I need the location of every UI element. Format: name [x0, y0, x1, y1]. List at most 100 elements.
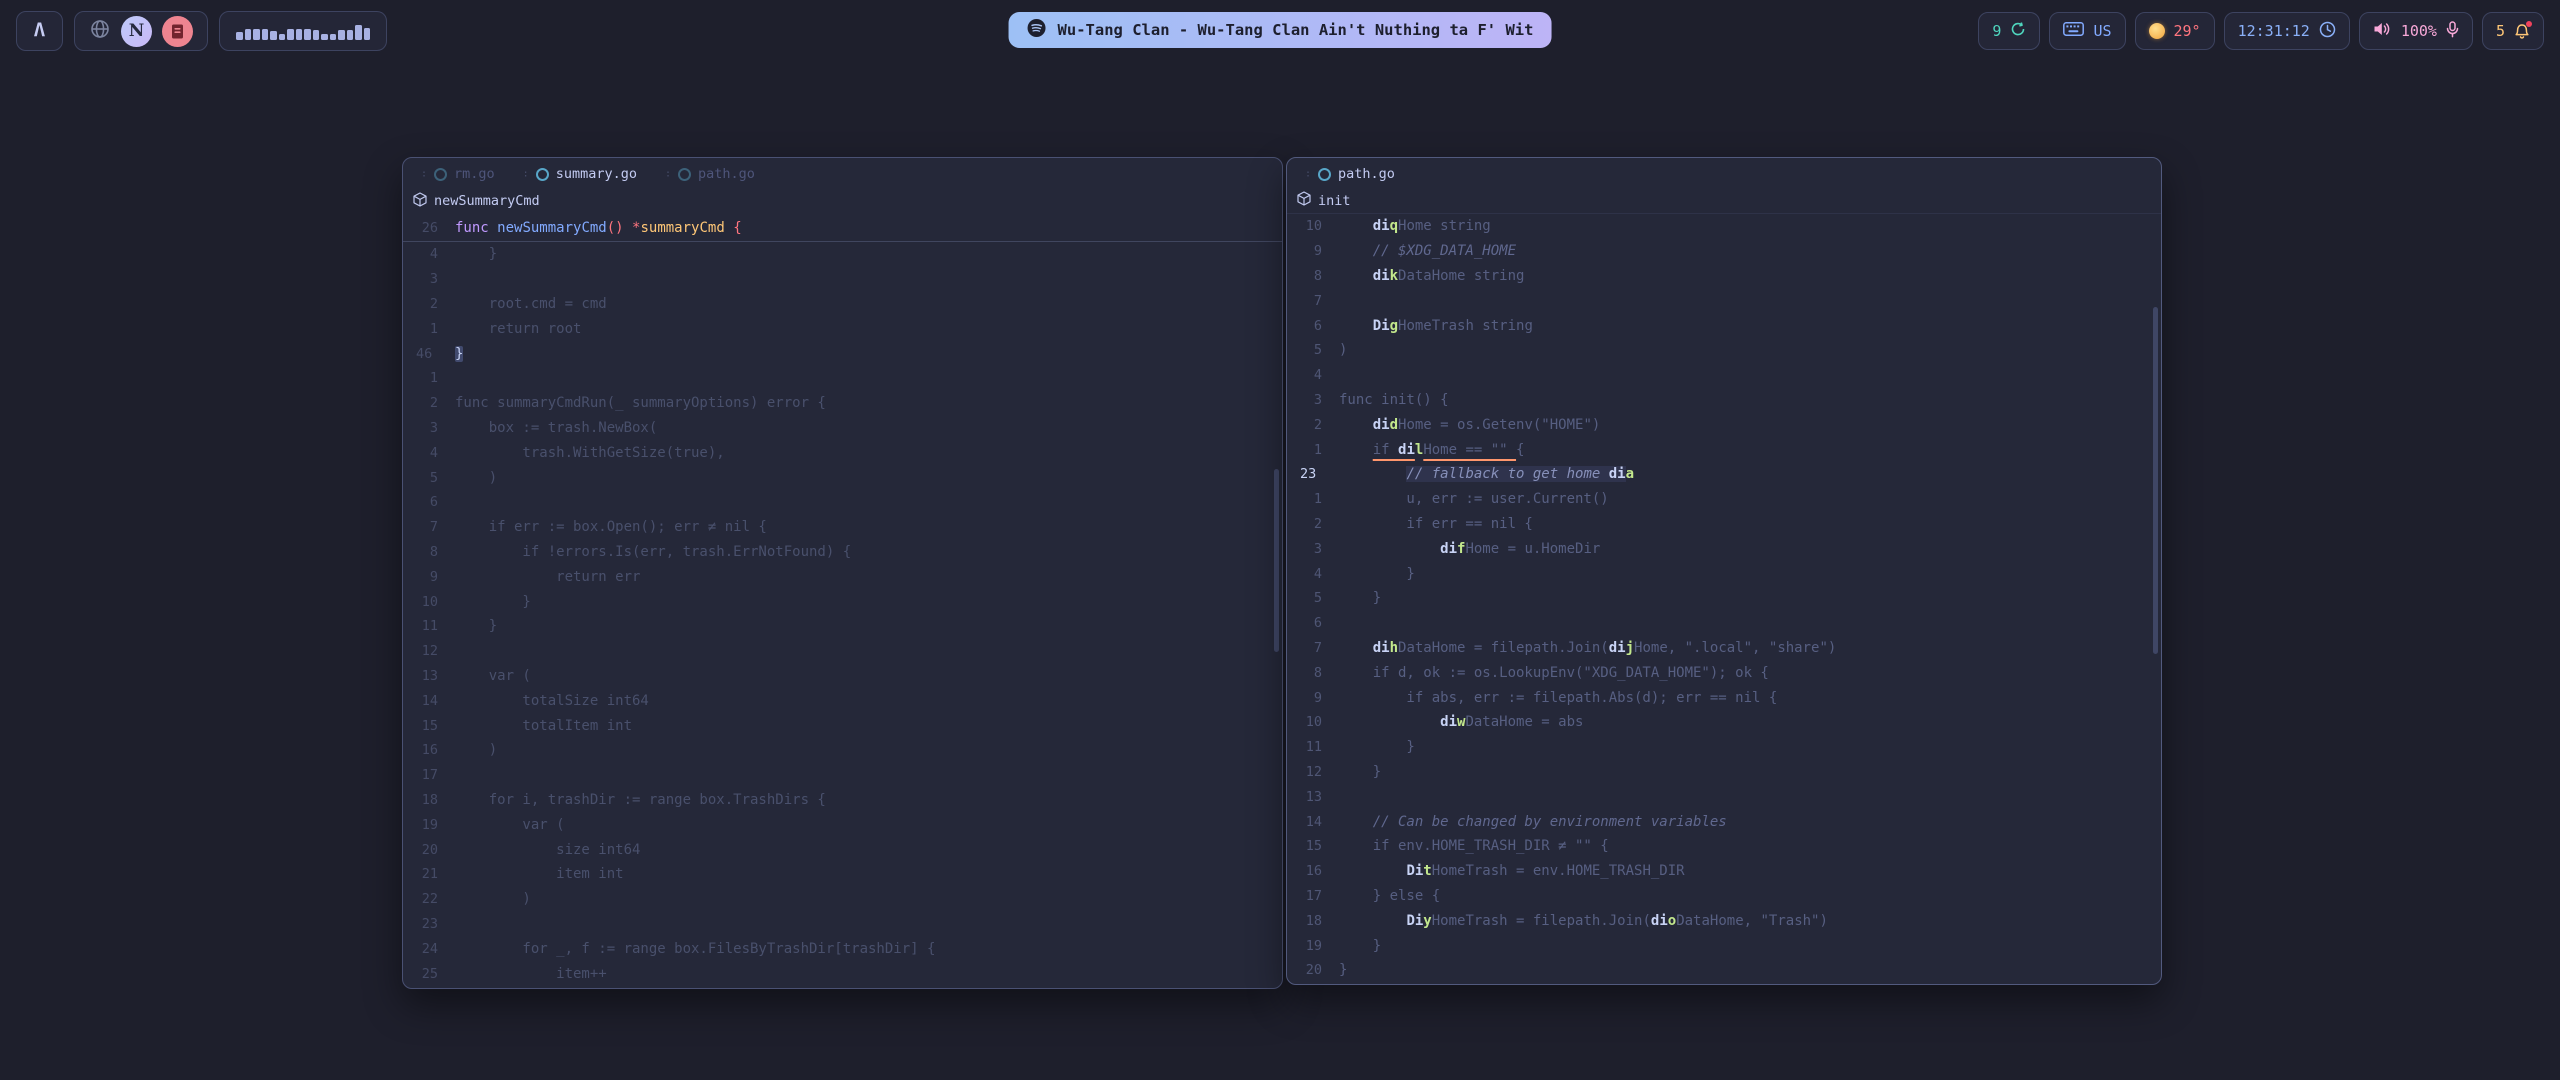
- code-line[interactable]: 6: [1287, 611, 2161, 636]
- visualizer-bar: [313, 30, 320, 40]
- workspace-file-icon[interactable]: [162, 16, 193, 47]
- tab-label: rm.go: [454, 166, 495, 182]
- code-line[interactable]: 3: [403, 267, 1282, 292]
- code-line[interactable]: 2 if err == nil {: [1287, 512, 2161, 537]
- code-line-text: ): [455, 470, 497, 486]
- code-line[interactable]: 12: [403, 639, 1282, 664]
- code-line[interactable]: 19 }: [1287, 933, 2161, 958]
- code-line[interactable]: 8 if d, ok := os.LookupEnv("XDG_DATA_HOM…: [1287, 660, 2161, 685]
- code-line[interactable]: 46}: [403, 341, 1282, 366]
- updates-count: 9: [1992, 22, 2001, 40]
- tab-path.go[interactable]: ∶path.go: [653, 160, 767, 188]
- code-line[interactable]: 16 ): [403, 738, 1282, 763]
- code-line[interactable]: 20 size int64: [403, 837, 1282, 862]
- line-number: 11: [403, 618, 455, 634]
- code-line[interactable]: 9 if abs, err := filepath.Abs(d); err ==…: [1287, 685, 2161, 710]
- code-line-text: DiyHomeTrash = filepath.Join(dioDataHome…: [1339, 913, 1828, 929]
- editor-pane-left[interactable]: ∶rm.go∶summary.go∶path.go newSummaryCmd …: [402, 157, 1283, 989]
- code-line[interactable]: 14 totalSize int64: [403, 688, 1282, 713]
- code-line[interactable]: 11 }: [403, 614, 1282, 639]
- code-line[interactable]: 15 totalItem int: [403, 713, 1282, 738]
- code-token: if: [1373, 442, 1398, 458]
- audio-pill[interactable]: 100%: [2359, 12, 2473, 50]
- bell-icon: [2514, 23, 2530, 40]
- updates-pill[interactable]: 9: [1978, 12, 2040, 50]
- code-line[interactable]: 3 box := trash.NewBox(: [403, 416, 1282, 441]
- app-launcher-button[interactable]: Λ: [16, 11, 63, 51]
- code-line[interactable]: 21 item int: [403, 862, 1282, 887]
- code-line[interactable]: 10 diqHome string: [1287, 214, 2161, 239]
- code-line[interactable]: 5 ): [403, 465, 1282, 490]
- workspace-globe-icon[interactable]: [89, 18, 111, 44]
- workspace-n-icon[interactable]: N: [121, 16, 152, 47]
- code-line[interactable]: 17: [403, 763, 1282, 788]
- code-line[interactable]: 4: [1287, 363, 2161, 388]
- code-line[interactable]: 7: [1287, 288, 2161, 313]
- code-area-left[interactable]: 4 }32 root.cmd = cmd1 return root46}12fu…: [403, 242, 1282, 986]
- scrollbar-left[interactable]: [1274, 469, 1279, 652]
- code-line[interactable]: 10 }: [403, 589, 1282, 614]
- code-line[interactable]: 3 difHome = u.HomeDir: [1287, 536, 2161, 561]
- code-line[interactable]: 5 }: [1287, 586, 2161, 611]
- code-line[interactable]: 4 }: [403, 242, 1282, 267]
- code-line[interactable]: 8 dikDataHome string: [1287, 264, 2161, 289]
- code-token: root.cmd = cmd: [455, 296, 607, 312]
- go-icon: [1318, 168, 1331, 181]
- code-line[interactable]: 15 if env.HOME_TRASH_DIR ≠ "" {: [1287, 834, 2161, 859]
- scrollbar-right[interactable]: [2153, 307, 2158, 654]
- code-line[interactable]: 23: [403, 912, 1282, 937]
- editor-pane-right[interactable]: ∶path.go init 10 diqHome string9 // $XDG…: [1286, 157, 2162, 985]
- code-line[interactable]: 10 diwDataHome = abs: [1287, 710, 2161, 735]
- tab-rm.go[interactable]: ∶rm.go: [409, 160, 507, 188]
- time-label: 12:31:12: [2238, 22, 2310, 40]
- tab-summary.go[interactable]: ∶summary.go: [511, 160, 649, 188]
- code-token: for i, trashDir := range box.TrashDirs {: [455, 792, 826, 808]
- code-line[interactable]: 20}: [1287, 958, 2161, 983]
- code-line[interactable]: 2 root.cmd = cmd: [403, 292, 1282, 317]
- code-line[interactable]: 7 dihDataHome = filepath.Join(dijHome, "…: [1287, 636, 2161, 661]
- code-line[interactable]: 5): [1287, 338, 2161, 363]
- go-icon: [678, 168, 691, 181]
- code-line[interactable]: 9 // $XDG_DATA_HOME: [1287, 239, 2161, 264]
- code-line[interactable]: 18 for i, trashDir := range box.TrashDir…: [403, 788, 1282, 813]
- code-line[interactable]: 22 ): [403, 887, 1282, 912]
- code-line[interactable]: 6: [403, 490, 1282, 515]
- code-line[interactable]: 25 item++: [403, 961, 1282, 986]
- line-number: 10: [1287, 218, 1339, 234]
- weather-pill[interactable]: 29°: [2135, 12, 2215, 50]
- now-playing-pill[interactable]: Wu-Tang Clan - Wu-Tang Clan Ain't Nuthin…: [1009, 12, 1552, 48]
- code-line[interactable]: 18 DiyHomeTrash = filepath.Join(dioDataH…: [1287, 908, 2161, 933]
- code-line[interactable]: 12 }: [1287, 760, 2161, 785]
- code-token: Home string: [1398, 218, 1491, 234]
- tab-path.go[interactable]: ∶path.go: [1293, 160, 1407, 188]
- line-number: 4: [1287, 566, 1339, 582]
- keyboard-layout-pill[interactable]: US: [2049, 12, 2125, 50]
- code-line[interactable]: 1: [403, 366, 1282, 391]
- code-line[interactable]: 3func init() {: [1287, 388, 2161, 413]
- code-line[interactable]: 9 return err: [403, 564, 1282, 589]
- code-line[interactable]: 13 var (: [403, 664, 1282, 689]
- code-area-right[interactable]: 10 diqHome string9 // $XDG_DATA_HOME8 di…: [1287, 214, 2161, 983]
- code-token: }: [1339, 764, 1381, 780]
- code-line[interactable]: 2 didHome = os.Getenv("HOME"): [1287, 412, 2161, 437]
- notifications-pill[interactable]: 5: [2482, 12, 2544, 50]
- code-line[interactable]: 23 // fallback to get home dia: [1287, 462, 2161, 487]
- code-line[interactable]: 7 if err := box.Open(); err ≠ nil {: [403, 515, 1282, 540]
- code-line[interactable]: 17 } else {: [1287, 884, 2161, 909]
- code-line[interactable]: 6 DigHomeTrash string: [1287, 313, 2161, 338]
- code-line[interactable]: 4 }: [1287, 561, 2161, 586]
- code-line[interactable]: 4 trash.WithGetSize(true),: [403, 440, 1282, 465]
- clock-pill[interactable]: 12:31:12: [2224, 12, 2350, 50]
- code-line[interactable]: 2func summaryCmdRun(_ summaryOptions) er…: [403, 391, 1282, 416]
- line-number: 13: [1287, 789, 1339, 805]
- code-line[interactable]: 14 // Can be changed by environment vari…: [1287, 809, 2161, 834]
- code-line[interactable]: 8 if !errors.Is(err, trash.ErrNotFound) …: [403, 540, 1282, 565]
- code-line[interactable]: 11 }: [1287, 735, 2161, 760]
- code-line[interactable]: 1 u, err := user.Current(): [1287, 487, 2161, 512]
- code-line[interactable]: 24 for _, f := range box.FilesByTrashDir…: [403, 936, 1282, 961]
- code-line[interactable]: 19 var (: [403, 812, 1282, 837]
- code-line[interactable]: 1 if dilHome == "" {: [1287, 437, 2161, 462]
- code-line[interactable]: 16 DitHomeTrash = env.HOME_TRASH_DIR: [1287, 859, 2161, 884]
- code-line[interactable]: 13: [1287, 784, 2161, 809]
- code-line[interactable]: 1 return root: [403, 316, 1282, 341]
